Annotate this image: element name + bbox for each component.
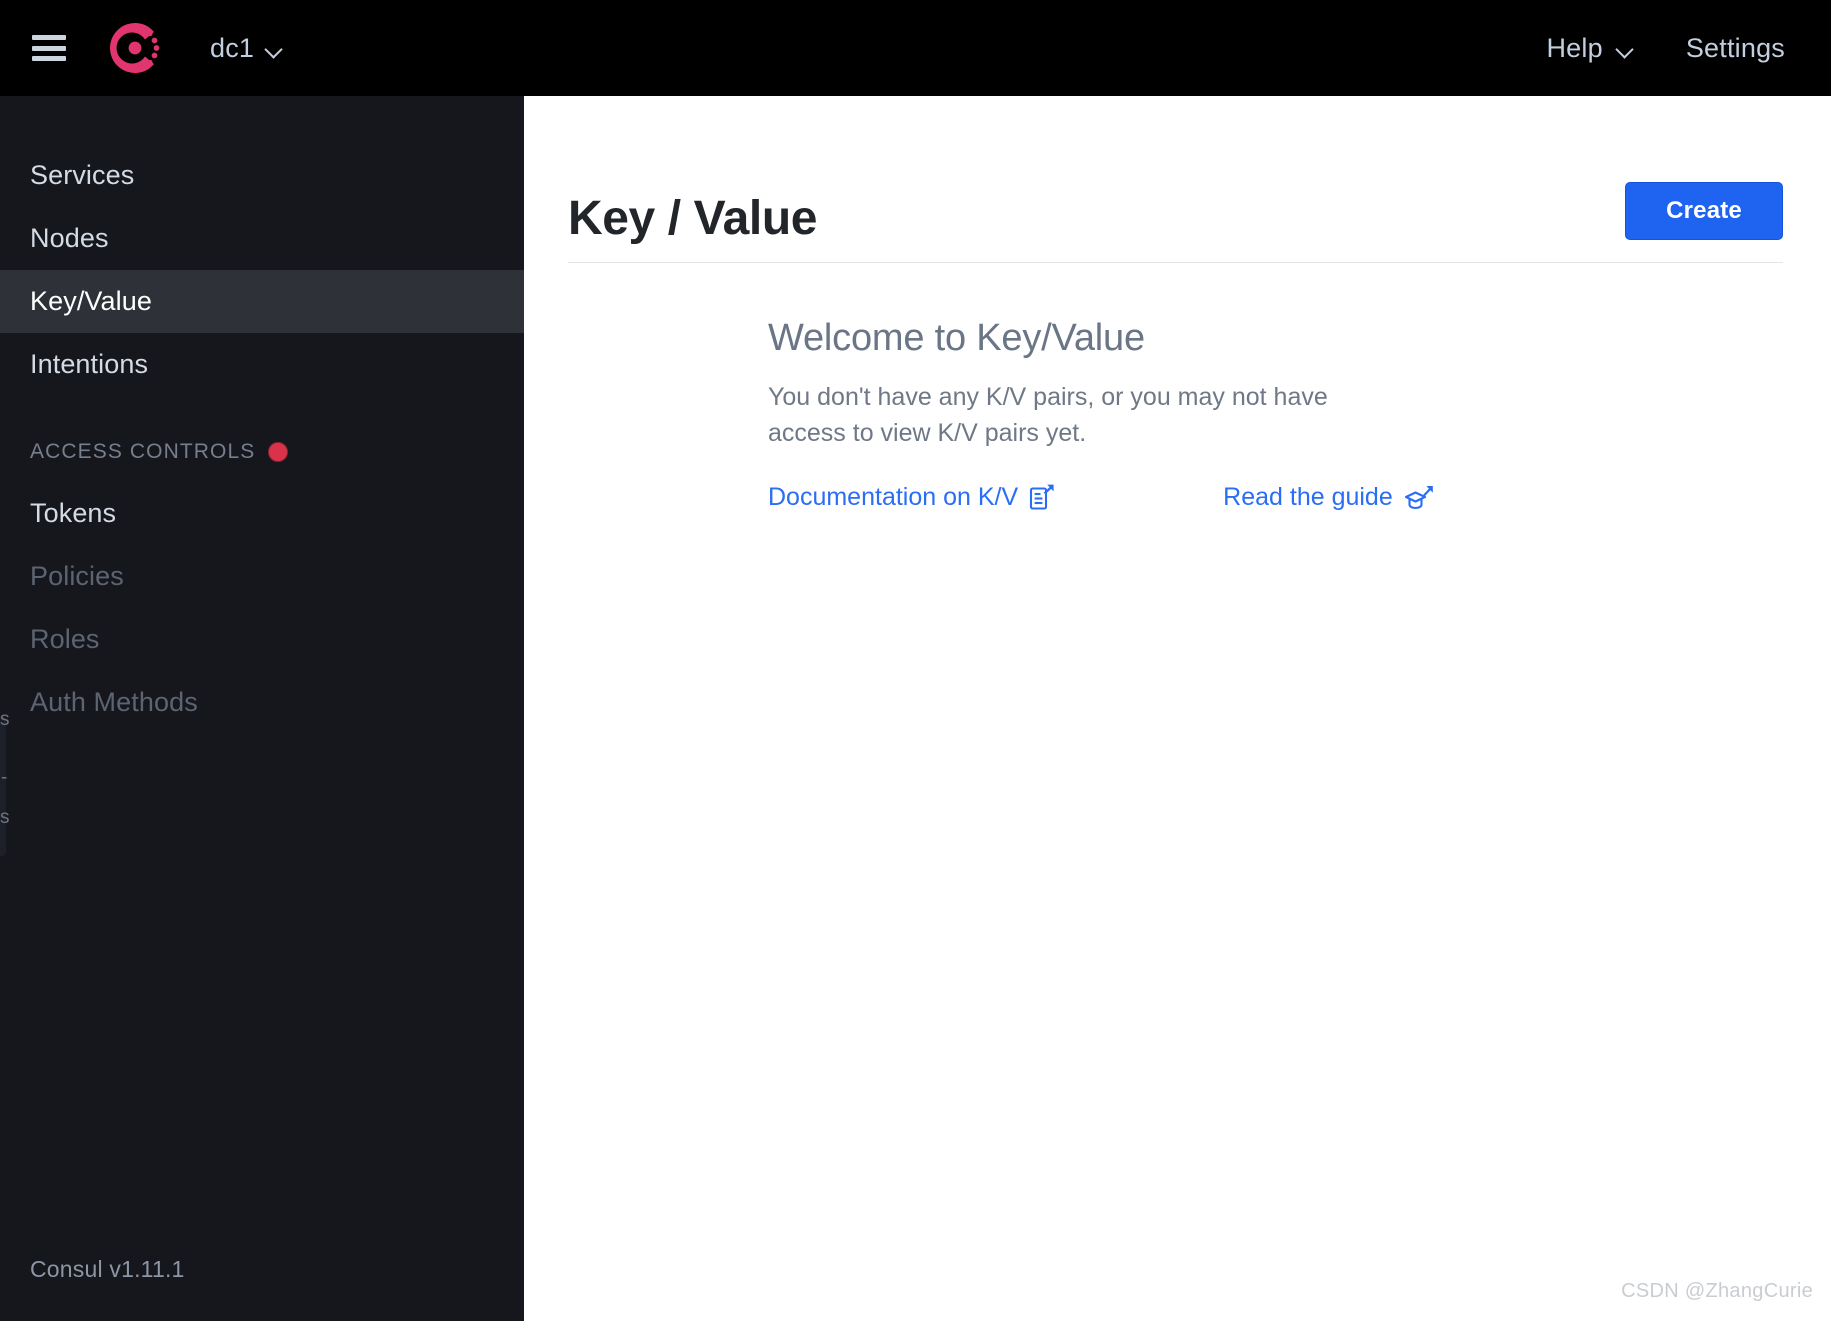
- sidebar-item-key-value[interactable]: Key/Value: [0, 270, 524, 333]
- empty-state-title: Welcome to Key/Value: [768, 317, 1145, 359]
- create-button[interactable]: Create: [1625, 182, 1783, 240]
- sidebar-section-label: ACCESS CONTROLS: [30, 440, 256, 463]
- hamburger-bar: [32, 45, 66, 51]
- page-title: Key / Value: [568, 191, 818, 245]
- read-the-guide-link[interactable]: Read the guide: [1223, 483, 1434, 512]
- sidebar-item-label: Auth Methods: [30, 687, 198, 717]
- sidebar-item-policies: Policies: [0, 545, 524, 608]
- sidebar-item-label: Tokens: [30, 498, 117, 528]
- sidebar-item-label: Policies: [30, 561, 124, 591]
- primary-nav: Services Nodes Key/Value Intentions: [0, 96, 524, 396]
- red-dot-badge: [268, 442, 289, 462]
- settings-link[interactable]: Settings: [1686, 33, 1785, 64]
- chevron-down-icon: [266, 43, 283, 53]
- graduation-cap-external-link-icon: [1404, 484, 1434, 511]
- page-header: Key / Value Create: [568, 96, 1783, 263]
- read-the-guide-link-label: Read the guide: [1223, 483, 1393, 511]
- clipped-edge-text: s: [0, 807, 10, 828]
- datacenter-selector[interactable]: dc1: [210, 33, 283, 64]
- help-label: Help: [1546, 32, 1603, 63]
- help-menu[interactable]: Help: [1546, 33, 1633, 64]
- sidebar-item-label: Services: [30, 160, 135, 190]
- sidebar-item-label: Roles: [30, 624, 100, 654]
- sidebar-item-services[interactable]: Services: [0, 144, 524, 207]
- sidebar-nav: Services Nodes Key/Value Intentions ACCE…: [0, 96, 524, 1321]
- hamburger-icon[interactable]: [32, 35, 66, 61]
- sidebar-item-roles: Roles: [0, 608, 524, 671]
- acl-nav: Tokens Policies Roles Auth Methods: [0, 482, 524, 734]
- consul-logo-icon[interactable]: [104, 17, 166, 79]
- chevron-down-icon: [1617, 43, 1634, 53]
- sidebar-item-label: Key/Value: [30, 286, 152, 316]
- sidebar-section-access-controls: ACCESS CONTROLS: [0, 422, 524, 482]
- documentation-link-label: Documentation on K/V: [768, 483, 1019, 511]
- sidebar-version-label: Consul v1.11.1: [30, 1256, 185, 1282]
- sidebar-item-nodes[interactable]: Nodes: [0, 207, 524, 270]
- empty-state-links: Documentation on K/V Read the guide: [768, 483, 1468, 512]
- consul-ui-window: dc1 Help Settings Services Nodes Key/Val…: [0, 0, 1831, 1321]
- hamburger-bar: [32, 56, 66, 61]
- clipped-edge-text: s: [0, 709, 10, 730]
- document-external-link-icon: [1029, 484, 1055, 511]
- watermark: CSDN @ZhangCurie: [1621, 1280, 1813, 1302]
- sidebar-item-intentions[interactable]: Intentions: [0, 333, 524, 396]
- sidebar-item-label: Intentions: [30, 349, 149, 379]
- empty-state-body: You don't have any K/V pairs, or you may…: [768, 383, 1328, 447]
- hamburger-bar: [32, 35, 66, 40]
- empty-state-panel: Welcome to Key/Value You don't have any …: [768, 317, 1468, 512]
- header-actions: Help Settings: [1546, 33, 1785, 64]
- main-content: Key / Value Create Welcome to Key/Value …: [524, 96, 1831, 1321]
- datacenter-label: dc1: [210, 32, 255, 63]
- sidebar-item-tokens[interactable]: Tokens: [0, 482, 524, 545]
- sidebar-item-label: Nodes: [30, 223, 109, 253]
- documentation-link[interactable]: Documentation on K/V: [768, 483, 1055, 512]
- top-header-bar: dc1 Help Settings: [0, 0, 1831, 96]
- sidebar-item-auth-methods: Auth Methods: [0, 671, 524, 734]
- clipped-edge-text: -: [1, 767, 8, 788]
